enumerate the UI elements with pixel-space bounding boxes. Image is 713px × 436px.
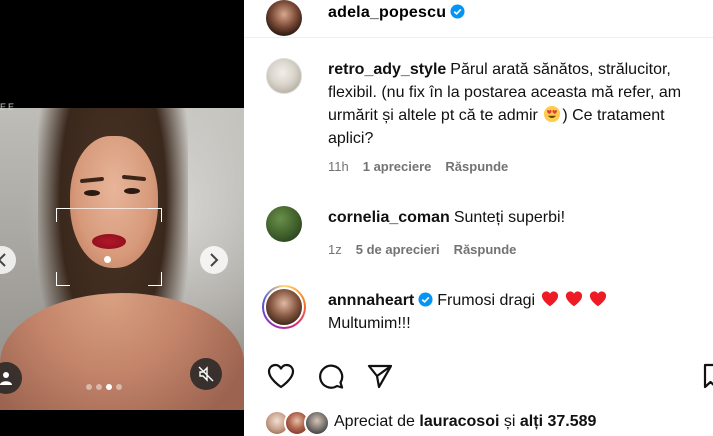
comment-bubble-icon[interactable] <box>316 362 346 390</box>
post-header: adela_popescu <box>244 0 713 36</box>
post-media[interactable]: EE <box>0 0 244 436</box>
recording-label: EE <box>0 102 17 112</box>
carousel-dots <box>86 384 122 390</box>
carousel-dot-active <box>106 384 112 390</box>
liker-avatar[interactable] <box>304 410 330 436</box>
red-heart-icon <box>565 291 583 307</box>
red-heart-icon <box>541 291 558 307</box>
comment-likes[interactable]: 1 apreciere <box>363 159 432 174</box>
focus-frame <box>56 208 162 286</box>
chevron-left-icon <box>0 253 6 267</box>
reply-button[interactable]: Răspunde <box>454 242 517 257</box>
post-actions <box>244 362 713 392</box>
chevron-right-icon <box>210 253 219 267</box>
likes-count[interactable]: alți 37.589 <box>520 413 597 430</box>
comment-time[interactable]: 1z <box>328 242 342 257</box>
commenter-avatar[interactable] <box>266 58 302 94</box>
carousel-dot <box>86 384 92 390</box>
comment-meta: 1z 5 de aprecieri Răspunde <box>328 242 516 257</box>
reply-button[interactable]: Răspunde <box>445 159 508 174</box>
speaker-muted-icon <box>198 366 214 382</box>
likes-text: Apreciat de lauracosoi și alți 37.589 <box>334 413 597 430</box>
commenter-username[interactable]: retro_ady_style <box>328 61 446 78</box>
comment-likes[interactable]: 5 de aprecieri <box>356 242 440 257</box>
commenter-avatar[interactable] <box>266 206 302 242</box>
likes-summary: Apreciat de lauracosoi și alți 37.589 <box>244 410 713 436</box>
user-icon <box>0 372 12 385</box>
carousel-dot <box>116 384 122 390</box>
author-username[interactable]: adela_popescu <box>328 4 446 21</box>
comment-text: retro_ady_style Părul arată sănătos, stră… <box>328 61 682 147</box>
header-divider <box>244 37 713 38</box>
like-heart-icon[interactable] <box>266 362 296 390</box>
verified-badge-icon <box>450 4 465 19</box>
focus-dot <box>104 256 111 263</box>
mute-button[interactable] <box>190 358 222 390</box>
comment-text: cornelia_coman Sunteți superbi! <box>328 209 566 226</box>
commenter-avatar <box>264 287 304 327</box>
next-slide-button[interactable] <box>200 246 228 274</box>
commenter-username[interactable]: cornelia_coman <box>328 209 450 226</box>
red-heart-icon <box>590 291 607 307</box>
heart-eyes-emoji-icon <box>544 105 561 123</box>
verified-badge-icon <box>418 292 433 307</box>
bookmark-icon[interactable] <box>702 362 713 390</box>
comment-text: annnaheart Frumosi dragi Multumim!!! <box>328 289 708 335</box>
comment-meta: 11h 1 apreciere Răspunde <box>328 159 508 174</box>
carousel-dot <box>96 384 102 390</box>
commenter-username[interactable]: annnaheart <box>328 292 414 309</box>
comment-time[interactable]: 11h <box>328 159 349 174</box>
liked-by-username[interactable]: lauracosoi <box>419 413 499 430</box>
commenter-avatar-story-ring[interactable] <box>262 285 306 329</box>
share-paper-plane-icon[interactable] <box>366 362 394 390</box>
author-avatar[interactable] <box>266 0 302 36</box>
